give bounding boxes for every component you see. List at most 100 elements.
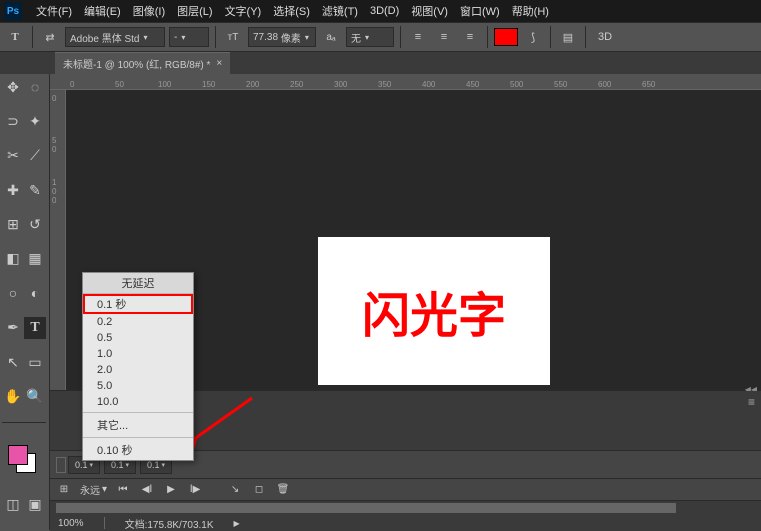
gradient-tool[interactable]: ▦	[24, 248, 46, 270]
divider	[83, 412, 193, 413]
aa-combo[interactable]: 无 ▾	[346, 27, 394, 47]
ruler-tick: 400	[422, 80, 435, 89]
popup-header: 无延迟	[83, 273, 193, 294]
menu-filter[interactable]: 滤镜(T)	[316, 3, 364, 19]
timeline-scrollbar[interactable]	[50, 501, 761, 515]
panel-menu-icon[interactable]: ≡	[748, 395, 755, 409]
frame-delay-value: 0.1	[75, 460, 88, 470]
screen-mode-group: ◫ ▣	[2, 494, 46, 528]
screen-mode[interactable]: ▣	[24, 494, 46, 516]
font-family-combo[interactable]: Adobe 黑体 Std ▾	[65, 27, 165, 47]
menu-edit[interactable]: 编辑(E)	[78, 3, 127, 19]
chevron-down-icon: ▾	[365, 33, 369, 42]
menu-view[interactable]: 视图(V)	[405, 3, 454, 19]
crop-tool[interactable]: ✂	[2, 145, 24, 167]
delay-option-0-2[interactable]: 0.2	[83, 314, 193, 330]
next-frame-icon[interactable]: Ⅰ▶	[187, 482, 203, 498]
eyedropper-tool[interactable]: ⟋	[24, 145, 46, 167]
3d-button[interactable]: 3D	[592, 31, 618, 43]
toggle-view-icon[interactable]: ⊞	[56, 482, 72, 498]
menu-image[interactable]: 图像(I)	[127, 3, 171, 19]
menu-window[interactable]: 窗口(W)	[454, 3, 506, 19]
chevron-right-icon[interactable]: ▶	[234, 519, 240, 528]
path-tool[interactable]: ↖	[2, 351, 24, 373]
delay-option-2-0[interactable]: 2.0	[83, 362, 193, 378]
align-left-icon[interactable]: ≡	[407, 26, 429, 48]
heal-tool[interactable]: ✚	[2, 179, 24, 201]
delay-option-0-5[interactable]: 0.5	[83, 330, 193, 346]
play-icon[interactable]: ▶	[163, 482, 179, 498]
menu-select[interactable]: 选择(S)	[267, 3, 316, 19]
delay-current[interactable]: 0.10 秒	[83, 440, 193, 460]
ruler-tick: 0	[52, 94, 56, 103]
font-size-unit: 像素	[281, 30, 301, 45]
chevron-down-icon: ▾	[90, 461, 94, 469]
chevron-down-icon: ▾	[181, 33, 185, 42]
history-brush-tool[interactable]: ↺	[24, 214, 46, 236]
font-size-combo[interactable]: 77.38 像素 ▾	[248, 27, 316, 47]
delay-option-10-0[interactable]: 10.0	[83, 394, 193, 410]
blur-tool[interactable]: ○	[2, 282, 24, 304]
dodge-tool[interactable]: ◐	[24, 282, 46, 304]
align-center-icon[interactable]: ≡	[433, 26, 455, 48]
chevron-down-icon: ▾	[102, 484, 107, 495]
type-tool-icon: T	[4, 26, 26, 48]
foreground-color[interactable]	[8, 445, 28, 465]
delay-option-0-1[interactable]: 0.1 秒	[83, 294, 193, 314]
shape-tool[interactable]: ▭	[24, 351, 46, 373]
font-family-value: Adobe 黑体 Std	[70, 30, 139, 45]
menu-3d[interactable]: 3D(D)	[364, 5, 405, 17]
doc-size[interactable]: 文档:175.8K/703.1K	[125, 516, 214, 531]
ruler-tick: 100	[158, 80, 171, 89]
panel-icon[interactable]: ▤	[557, 26, 579, 48]
tools-panel: ✥ ◌ ⊃ ✦ ✂ ⟋ ✚ ✎ ⊞ ↺ ◧ ▦ ○ ◐ ✒ T ↖ ▭ ✋ 🔍 …	[0, 74, 50, 530]
divider	[83, 437, 193, 438]
wand-tool[interactable]: ✦	[24, 110, 46, 132]
menu-file[interactable]: 文件(F)	[30, 3, 78, 19]
delay-option-1-0[interactable]: 1.0	[83, 346, 193, 362]
size-icon: тТ	[222, 26, 244, 48]
scrollbar-thumb[interactable]	[56, 503, 676, 513]
prev-frame-icon[interactable]: ◀Ⅰ	[139, 482, 155, 498]
move-tool[interactable]: ✥	[2, 76, 24, 98]
delete-frame-icon[interactable]: 🗑	[275, 482, 291, 498]
ruler-tick: 0	[70, 80, 74, 89]
pen-tool[interactable]: ✒	[2, 317, 24, 339]
lasso-tool[interactable]: ⊃	[2, 110, 24, 132]
divider	[215, 26, 216, 48]
close-icon[interactable]: ×	[216, 58, 222, 69]
text-color-swatch[interactable]	[494, 28, 518, 46]
type-tool[interactable]: T	[24, 317, 46, 339]
hand-tool[interactable]: ✋	[2, 385, 24, 407]
first-frame-icon[interactable]: ⏮	[115, 482, 131, 498]
ruler-horizontal: 0 50 100 150 200 250 300 350 400 450 500…	[50, 74, 761, 90]
new-frame-icon[interactable]: ◻	[251, 482, 267, 498]
zoom-level[interactable]: 100%	[58, 518, 84, 529]
stamp-tool[interactable]: ⊞	[2, 214, 24, 236]
align-right-icon[interactable]: ≡	[459, 26, 481, 48]
tween-icon[interactable]: ↘	[227, 482, 243, 498]
quickmask-toggle[interactable]: ◫	[2, 494, 24, 516]
menu-type[interactable]: 文字(Y)	[219, 3, 268, 19]
canvas-area: 0 50 100 150 200 250 300 350 400 450 500…	[50, 74, 761, 530]
brush-tool[interactable]: ✎	[24, 179, 46, 201]
frame-list-toggle[interactable]	[56, 457, 66, 473]
document-tab[interactable]: 未标题-1 @ 100% (红, RGB/8#) * ×	[55, 52, 230, 74]
menu-layer[interactable]: 图层(L)	[171, 3, 218, 19]
menu-help[interactable]: 帮助(H)	[506, 3, 555, 19]
divider	[2, 422, 46, 423]
marquee-tool[interactable]: ◌	[24, 76, 46, 98]
orientation-toggle[interactable]: ⇄	[39, 26, 61, 48]
canvas-text: 闪光字	[362, 276, 506, 346]
canvas-document[interactable]: 闪光字	[318, 237, 550, 385]
delay-option-5-0[interactable]: 5.0	[83, 378, 193, 394]
delay-option-other[interactable]: 其它...	[83, 415, 193, 435]
aa-value: 无	[351, 30, 361, 45]
warp-text-icon[interactable]: ⟆	[522, 26, 544, 48]
font-weight-combo[interactable]: - ▾	[169, 27, 209, 47]
loop-combo[interactable]: 永远 ▾	[80, 482, 107, 497]
status-bar: 100% 文档:175.8K/703.1K ▶	[50, 515, 761, 531]
eraser-tool[interactable]: ◧	[2, 248, 24, 270]
zoom-tool[interactable]: 🔍	[24, 385, 46, 407]
chevron-down-icon: ▾	[305, 33, 309, 42]
